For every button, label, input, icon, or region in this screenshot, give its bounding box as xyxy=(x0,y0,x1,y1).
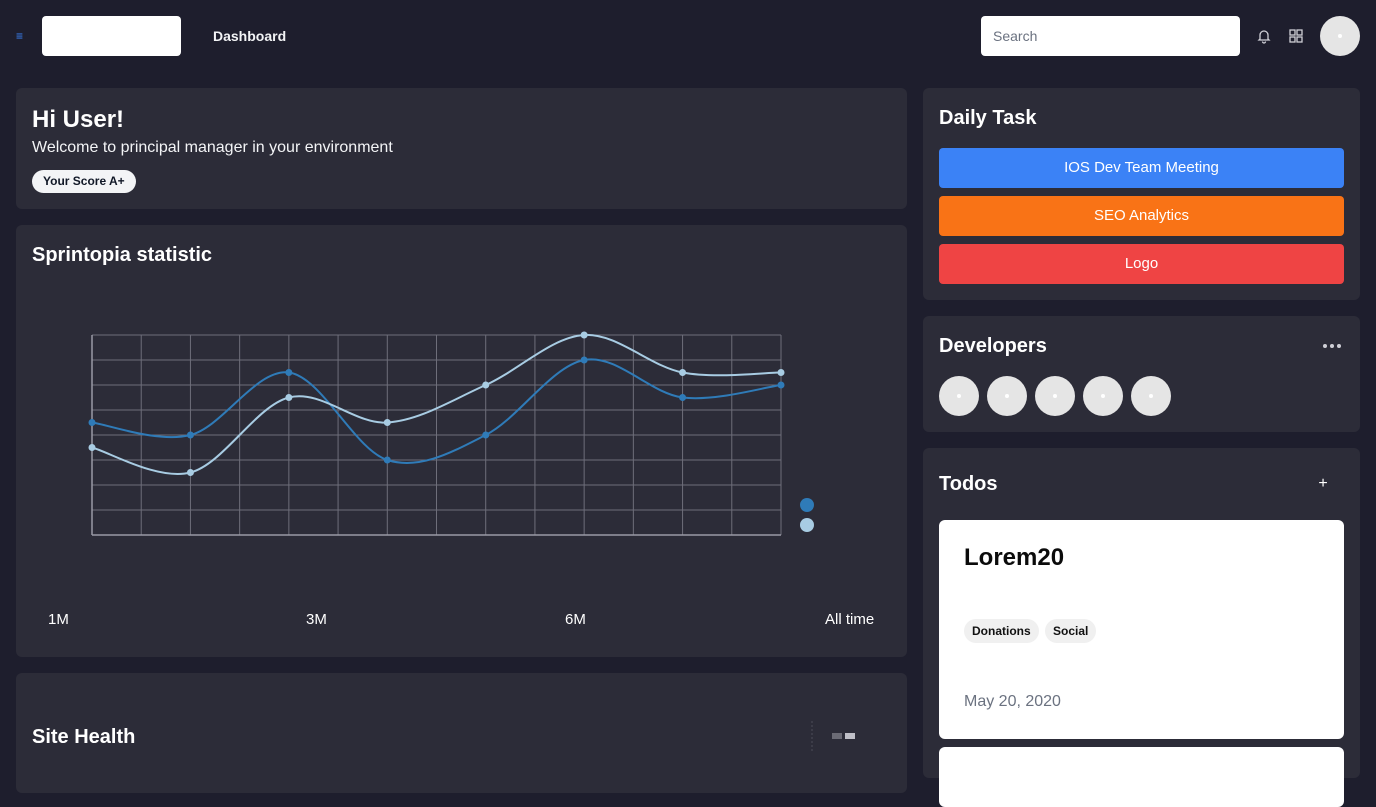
todo-date: May 20, 2020 xyxy=(964,693,1061,710)
statistic-card: Sprintopia statistic 1M 3M 6M All time xyxy=(16,225,907,657)
data-point xyxy=(777,369,785,376)
developer-avatar[interactable] xyxy=(1083,376,1123,416)
developers-title: Developers xyxy=(939,335,1047,357)
add-todo-button[interactable]: + xyxy=(1313,474,1333,494)
top-header: ≡ Dashboard xyxy=(0,0,1376,72)
developers-card: Developers xyxy=(923,316,1360,432)
data-point xyxy=(679,394,687,401)
avatar-placeholder xyxy=(1101,394,1105,398)
developer-avatar[interactable] xyxy=(987,376,1027,416)
todos-card: Todos + Lorem20 Donations Social May 20,… xyxy=(923,448,1360,807)
range-1m-button[interactable]: 1M xyxy=(48,611,69,629)
avatar-placeholder xyxy=(1005,394,1009,398)
todo-item[interactable]: Lorem20 Donations Social May 20, 2020 xyxy=(939,520,1344,739)
welcome-card: Hi User! Welcome to principal manager in… xyxy=(16,88,907,209)
todo-tag-donations[interactable]: Donations xyxy=(964,619,1039,643)
data-point xyxy=(679,369,687,376)
data-point xyxy=(383,456,391,464)
data-point xyxy=(285,394,293,401)
statistic-line-chart xyxy=(88,331,814,536)
avatar-placeholder xyxy=(1149,394,1153,398)
range-all-time-button[interactable]: All time xyxy=(825,611,874,629)
avatar-placeholder xyxy=(1053,394,1057,398)
task-seo-analytics-button[interactable]: SEO Analytics xyxy=(939,196,1344,236)
site-health-widget xyxy=(811,721,855,753)
bell-icon[interactable] xyxy=(1256,28,1272,44)
legend-marker xyxy=(800,498,814,512)
data-point xyxy=(482,431,490,439)
data-point xyxy=(482,381,490,389)
todos-title: Todos xyxy=(939,473,998,495)
todo-title: Lorem20 xyxy=(964,544,1065,571)
site-health-title: Site Health xyxy=(32,726,136,748)
range-3m-button[interactable]: 3M xyxy=(306,611,327,629)
legend-marker xyxy=(800,518,814,532)
data-point xyxy=(383,419,391,426)
welcome-message: Welcome to principal manager in your env… xyxy=(32,139,393,156)
todo-tag-social[interactable]: Social xyxy=(1045,619,1097,643)
avatar-placeholder xyxy=(1338,34,1342,38)
developer-avatar[interactable] xyxy=(1035,376,1075,416)
logo[interactable] xyxy=(42,16,181,56)
developer-avatar[interactable] xyxy=(939,376,979,416)
todo-item[interactable] xyxy=(939,747,1344,807)
daily-task-card: Daily Task IOS Dev Team Meeting SEO Anal… xyxy=(923,88,1360,300)
data-point xyxy=(88,419,96,426)
menu-icon[interactable]: ≡ xyxy=(16,28,26,44)
data-point xyxy=(777,381,785,389)
task-ios-dev-meeting-button[interactable]: IOS Dev Team Meeting xyxy=(939,148,1344,188)
developer-avatar[interactable] xyxy=(1131,376,1171,416)
user-avatar[interactable] xyxy=(1320,16,1360,56)
data-point xyxy=(580,356,588,364)
data-point xyxy=(186,469,194,476)
range-6m-button[interactable]: 6M xyxy=(565,611,586,629)
data-point xyxy=(186,431,194,439)
data-point xyxy=(285,369,293,376)
data-point xyxy=(580,331,588,339)
data-point xyxy=(88,444,96,451)
score-badge[interactable]: Your Score A+ xyxy=(32,170,136,193)
site-health-card: Site Health xyxy=(16,673,907,793)
avatar-placeholder xyxy=(957,394,961,398)
search-input[interactable] xyxy=(981,16,1240,56)
more-options-icon[interactable] xyxy=(1322,342,1342,350)
page-title: Dashboard xyxy=(213,28,287,44)
greeting-heading: Hi User! xyxy=(32,106,125,133)
grid-icon[interactable] xyxy=(1288,28,1304,44)
task-logo-button[interactable]: Logo xyxy=(939,244,1344,284)
daily-task-title: Daily Task xyxy=(939,107,1037,129)
